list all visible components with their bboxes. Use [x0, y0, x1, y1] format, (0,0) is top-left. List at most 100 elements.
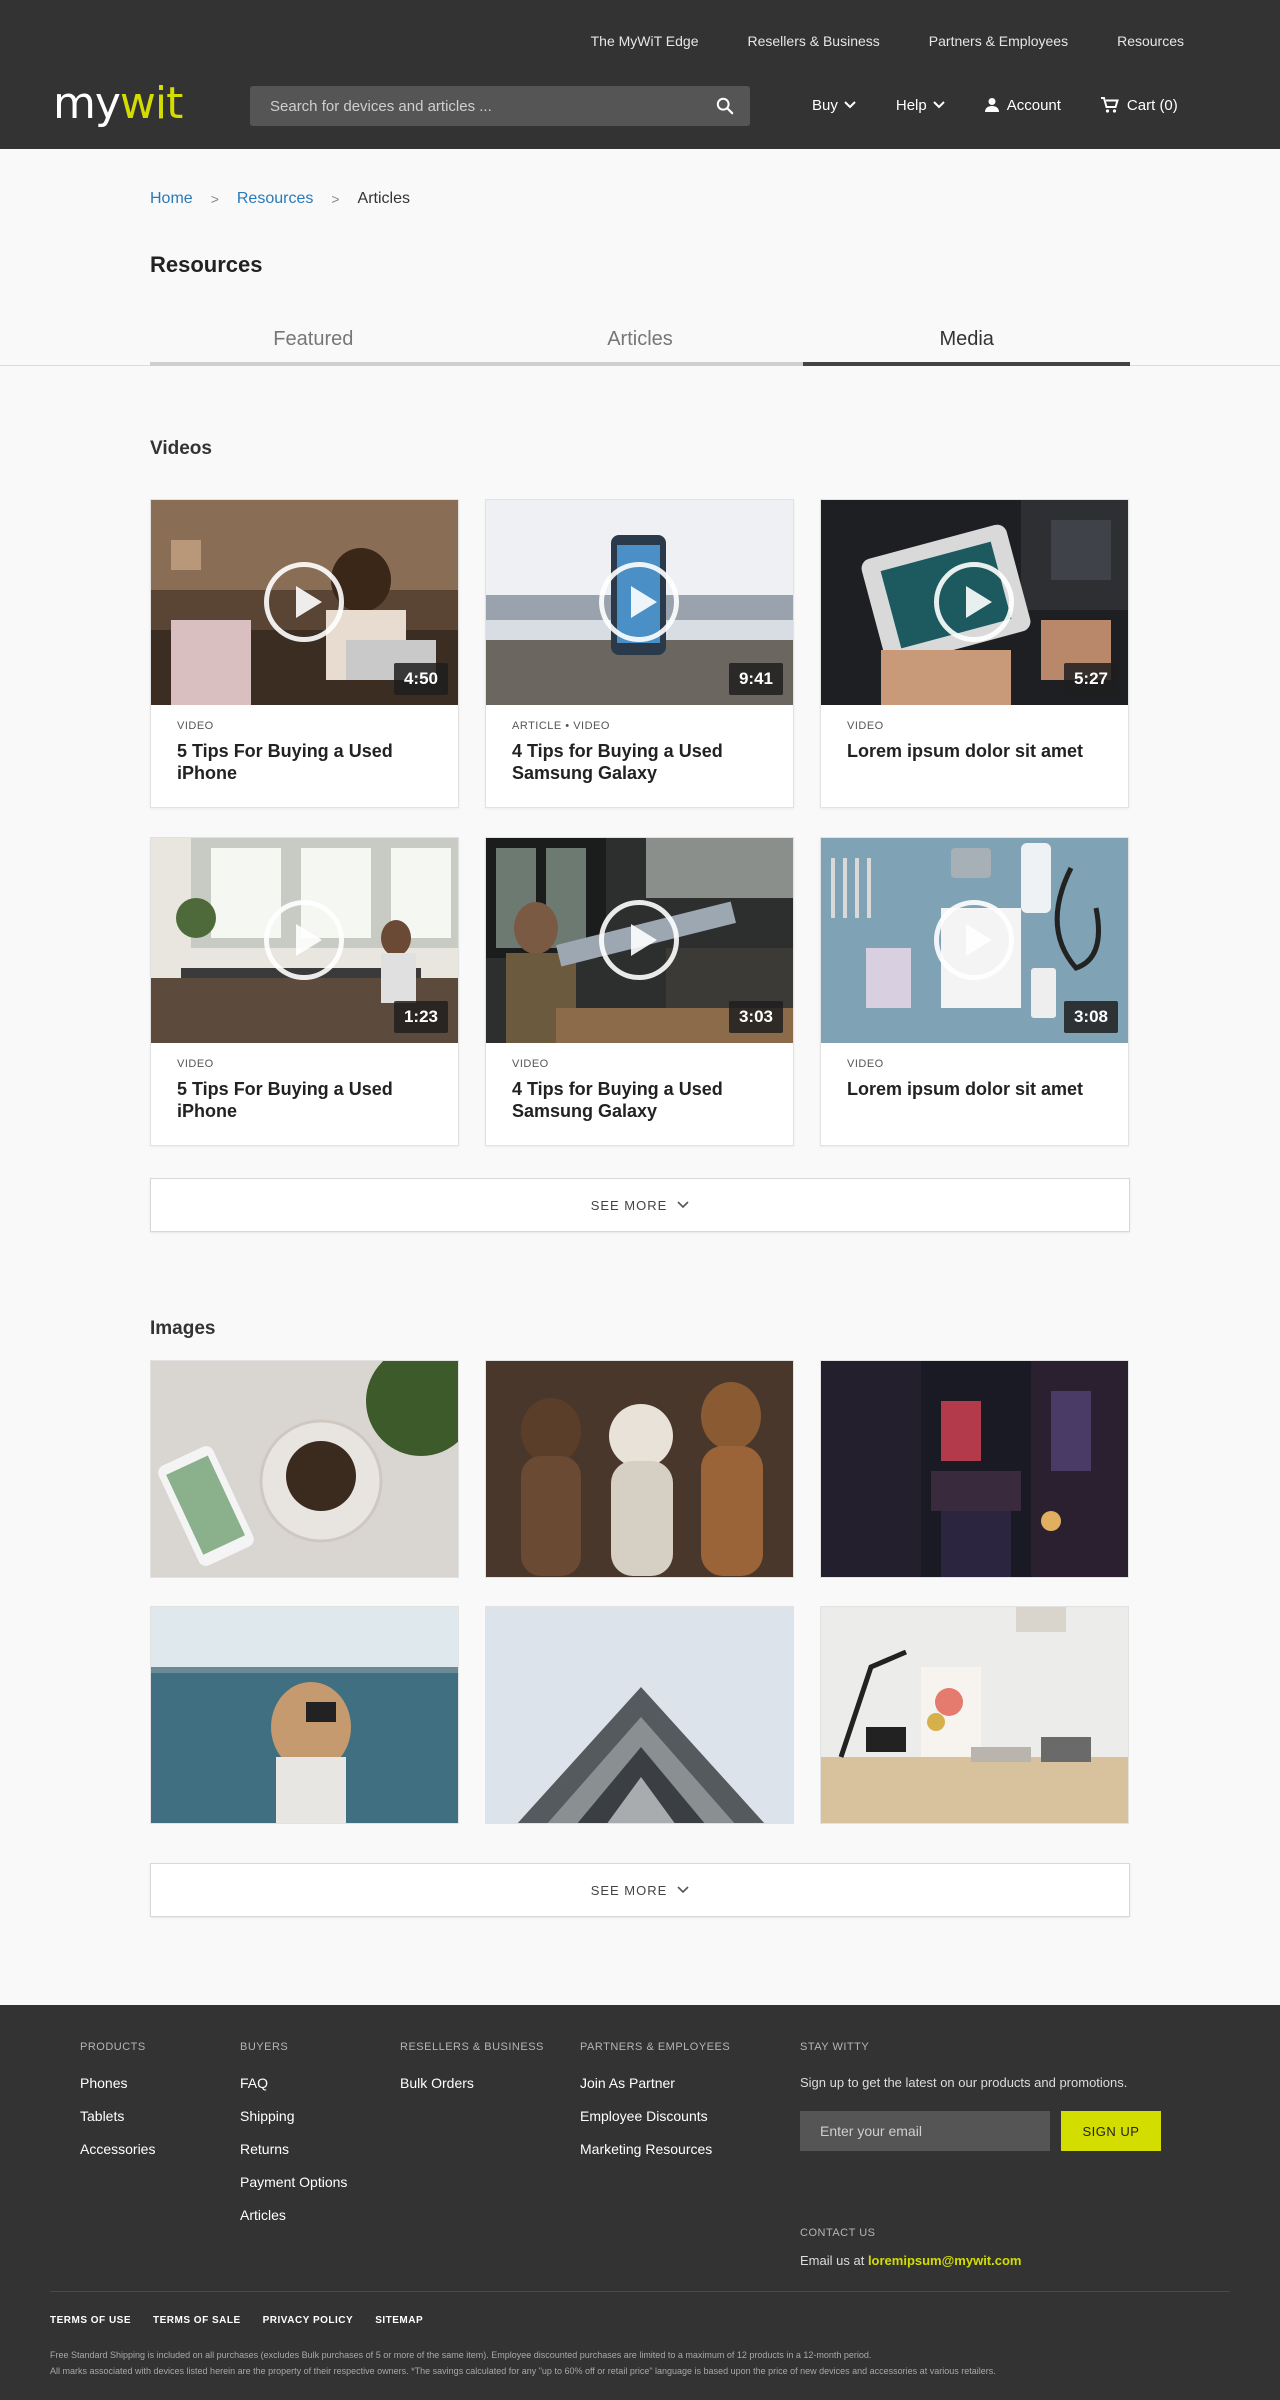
footer-link-articles[interactable]: Articles	[240, 2207, 347, 2223]
terms-of-use-link[interactable]: TERMS OF USE	[50, 2315, 131, 2326]
cart-link[interactable]: Cart (0)	[1100, 96, 1178, 114]
footer-link-join-partner[interactable]: Join As Partner	[580, 2075, 730, 2091]
video-meta: ARTICLE • VIDEO	[512, 720, 610, 732]
play-icon[interactable]	[599, 900, 679, 980]
footer-link-faq[interactable]: FAQ	[240, 2075, 347, 2091]
play-icon[interactable]	[934, 900, 1014, 980]
buy-menu-label: Buy	[812, 96, 838, 114]
gallery-image[interactable]	[485, 1606, 794, 1824]
search-box	[250, 86, 750, 126]
footer-heading: PRODUCTS	[80, 2041, 146, 2053]
footer-link-phones[interactable]: Phones	[80, 2075, 155, 2091]
video-card[interactable]: 9:41 ARTICLE • VIDEO 4 Tips for Buying a…	[485, 499, 794, 808]
play-icon[interactable]	[599, 562, 679, 642]
see-more-label: SEE MORE	[590, 1197, 668, 1213]
images-see-more-button[interactable]: SEE MORE	[150, 1863, 1130, 1917]
footer-heading: RESELLERS & BUSINESS	[400, 2041, 544, 2053]
play-icon[interactable]	[934, 562, 1014, 642]
video-title[interactable]: Lorem ipsum dolor sit amet	[847, 1078, 1117, 1100]
footer-divider	[50, 2291, 1230, 2292]
footer-link-accessories[interactable]: Accessories	[80, 2141, 155, 2157]
newsletter-email-input[interactable]	[800, 2111, 1050, 2151]
sitemap-link[interactable]: SITEMAP	[375, 2315, 423, 2326]
video-card[interactable]: 1:23 VIDEO 5 Tips For Buying a Used iPho…	[150, 837, 459, 1146]
video-title[interactable]: 4 Tips for Buying a Used Samsung Galaxy	[512, 1078, 782, 1122]
gallery-image[interactable]	[820, 1606, 1129, 1824]
chevron-down-icon	[677, 1201, 689, 1209]
account-link[interactable]: Account	[984, 96, 1061, 114]
footer-link-marketing-resources[interactable]: Marketing Resources	[580, 2141, 730, 2157]
user-icon	[984, 98, 999, 112]
video-duration: 3:08	[1063, 1001, 1118, 1033]
search-icon[interactable]	[716, 97, 734, 115]
footer-heading: STAY WITTY	[800, 2041, 870, 2053]
video-thumbnail: 3:08	[821, 838, 1128, 1043]
video-title[interactable]: 4 Tips for Buying a Used Samsung Galaxy	[512, 740, 782, 784]
contact-prefix: Email us at	[800, 2253, 865, 2268]
video-meta: VIDEO	[177, 1058, 214, 1070]
top-link-partners[interactable]: Partners & Employees	[929, 33, 1068, 49]
video-card[interactable]: 5:27 VIDEO Lorem ipsum dolor sit amet	[820, 499, 1129, 808]
privacy-policy-link[interactable]: PRIVACY POLICY	[263, 2315, 354, 2326]
top-link-edge[interactable]: The MyWiT Edge	[591, 33, 699, 49]
video-card[interactable]: 3:03 VIDEO 4 Tips for Buying a Used Sams…	[485, 837, 794, 1146]
gallery-image[interactable]	[820, 1360, 1129, 1578]
video-thumbnail: 3:03	[486, 838, 793, 1043]
account-label: Account	[1006, 96, 1061, 114]
video-card[interactable]: 3:08 VIDEO Lorem ipsum dolor sit amet	[820, 837, 1129, 1146]
cart-icon	[1100, 97, 1119, 113]
footer-link-bulk-orders[interactable]: Bulk Orders	[400, 2075, 544, 2091]
videos-see-more-button[interactable]: SEE MORE	[150, 1178, 1130, 1232]
logo[interactable]: mywit	[53, 78, 183, 129]
see-more-label: SEE MORE	[590, 1882, 668, 1898]
video-meta: VIDEO	[512, 1058, 549, 1070]
gallery-image[interactable]	[485, 1360, 794, 1578]
buy-menu[interactable]: Buy	[812, 97, 856, 114]
video-thumbnail: 9:41	[486, 500, 793, 705]
contact-email-link[interactable]: loremipsum@mywit.com	[868, 2253, 1022, 2268]
terms-of-sale-link[interactable]: TERMS OF SALE	[153, 2315, 241, 2326]
footer-heading: PARTNERS & EMPLOYEES	[580, 2041, 731, 2053]
video-card[interactable]: 4:50 VIDEO 5 Tips For Buying a Used iPho…	[150, 499, 459, 808]
gallery-image[interactable]	[150, 1606, 459, 1824]
cart-count: (0)	[1159, 96, 1178, 114]
video-title[interactable]: 5 Tips For Buying a Used iPhone	[177, 1078, 447, 1122]
signup-button[interactable]: SIGN UP	[1061, 2111, 1161, 2151]
videos-heading: Videos	[150, 438, 212, 459]
chevron-down-icon	[677, 1886, 689, 1894]
top-link-resellers[interactable]: Resellers & Business	[748, 33, 880, 49]
play-icon[interactable]	[264, 562, 344, 642]
tab-media[interactable]: Media	[803, 322, 1131, 366]
breadcrumb-resources[interactable]: Resources	[237, 190, 313, 208]
fine-print-line: All marks associated with devices listed…	[50, 2366, 996, 2376]
logo-prefix: my	[53, 78, 121, 129]
newsletter-text: Sign up to get the latest on our product…	[800, 2075, 1128, 2090]
contact-heading: CONTACT US	[800, 2227, 876, 2239]
footer-link-payment-options[interactable]: Payment Options	[240, 2174, 347, 2190]
search-input[interactable]	[250, 86, 710, 126]
gallery-image[interactable]	[150, 1360, 459, 1578]
legal-links: TERMS OF USE TERMS OF SALE PRIVACY POLIC…	[50, 2315, 445, 2326]
video-duration: 9:41	[728, 663, 783, 695]
footer-col-buyers: BUYERS FAQ Shipping Returns Payment Opti…	[240, 2041, 347, 2240]
main-nav: Buy Help Account Cart (0)	[812, 93, 1178, 117]
video-meta: VIDEO	[177, 720, 214, 732]
footer-link-shipping[interactable]: Shipping	[240, 2108, 347, 2124]
video-title[interactable]: 5 Tips For Buying a Used iPhone	[177, 740, 447, 784]
tab-articles[interactable]: Articles	[476, 322, 804, 366]
help-menu[interactable]: Help	[896, 97, 945, 114]
top-link-resources[interactable]: Resources	[1117, 33, 1184, 49]
contact-line: Email us at loremipsum@mywit.com	[800, 2253, 1021, 2268]
footer-col-products: PRODUCTS Phones Tablets Accessories	[80, 2041, 155, 2174]
footer-link-tablets[interactable]: Tablets	[80, 2108, 155, 2124]
footer-link-employee-discounts[interactable]: Employee Discounts	[580, 2108, 730, 2124]
breadcrumb-home[interactable]: Home	[150, 190, 193, 208]
tab-featured[interactable]: Featured	[150, 322, 477, 366]
video-title[interactable]: Lorem ipsum dolor sit amet	[847, 740, 1117, 762]
footer-heading: BUYERS	[240, 2041, 289, 2053]
play-icon[interactable]	[264, 900, 344, 980]
video-meta: VIDEO	[847, 720, 884, 732]
breadcrumb-separator: >	[331, 191, 340, 207]
breadcrumb-current: Articles	[357, 190, 410, 207]
footer-link-returns[interactable]: Returns	[240, 2141, 347, 2157]
